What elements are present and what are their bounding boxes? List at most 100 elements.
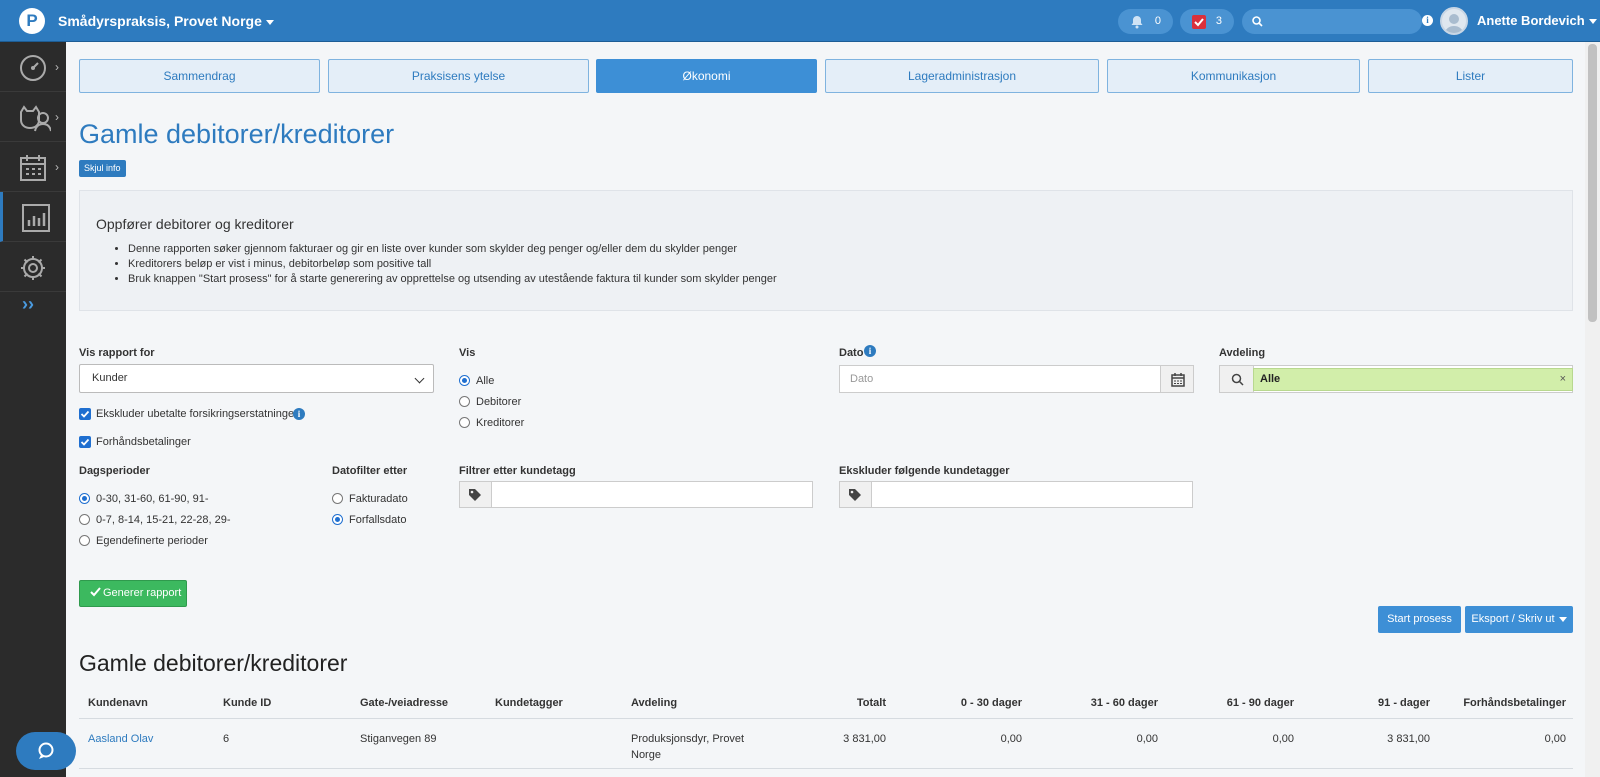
- tasks-button[interactable]: 3: [1180, 9, 1234, 34]
- date-filter-label: Datofilter etter: [332, 465, 408, 477]
- customer-id: 6: [223, 733, 230, 745]
- tab-lageradministrasjon[interactable]: Lageradministrasjon: [825, 59, 1099, 93]
- clinic-name: Smådyrspraksis, Provet Norge: [58, 13, 262, 29]
- column-header[interactable]: Totalt: [786, 697, 886, 709]
- chevron-down-icon: [265, 19, 274, 25]
- date-filter-option: Forfallsdato: [349, 514, 407, 526]
- exclude-tags-label: Ekskluder følgende kundetagger: [839, 465, 1010, 477]
- notifications-count: 0: [1154, 15, 1161, 27]
- tag-icon: [469, 489, 481, 501]
- top-bar: P Smådyrspraksis, Provet Norge 0 3 i Ane…: [0, 0, 1600, 42]
- chevron-right-icon: ›: [55, 160, 59, 174]
- global-search-input[interactable]: [1242, 9, 1422, 34]
- show-radio-creditors[interactable]: [459, 417, 470, 428]
- sidebar-item-calendar[interactable]: ›: [0, 142, 66, 192]
- date-filter-radio-invoice[interactable]: [332, 493, 343, 504]
- task-check-icon: [1192, 15, 1206, 29]
- day-periods-radio-standard[interactable]: [79, 493, 90, 504]
- exclude-tags-input[interactable]: [871, 481, 1193, 508]
- column-header[interactable]: Kundenavn: [88, 697, 148, 709]
- info-bullet: Kreditorers beløp er vist i minus, debit…: [128, 257, 777, 272]
- info-icon[interactable]: i: [864, 345, 876, 357]
- search-icon: [1252, 16, 1263, 27]
- column-header[interactable]: 91 - dager: [1330, 697, 1430, 709]
- column-header[interactable]: 61 - 90 dager: [1194, 697, 1294, 709]
- user-menu[interactable]: Anette Bordevich: [1477, 13, 1597, 28]
- info-bullet: Bruk knappen "Start prosess" for å start…: [128, 272, 777, 287]
- sidebar: › › › ››: [0, 42, 66, 777]
- show-option: Kreditorer: [476, 417, 525, 429]
- department-label: Avdeling: [1219, 347, 1266, 359]
- generate-report-button[interactable]: Generer rapport: [79, 580, 187, 607]
- checkmark-icon: [90, 587, 101, 597]
- show-radio-debtors[interactable]: [459, 396, 470, 407]
- day-periods-radio-weekly[interactable]: [79, 514, 90, 525]
- show-radio-all[interactable]: [459, 375, 470, 386]
- sidebar-item-dashboard[interactable]: ›: [0, 42, 66, 92]
- info-heading: Oppfører debitorer og kreditorer: [96, 216, 294, 232]
- total-amount: 3 831,00: [843, 733, 886, 745]
- notifications-button[interactable]: 0: [1118, 9, 1173, 34]
- generate-report-label: Generer rapport: [103, 587, 182, 599]
- tab-okonomi[interactable]: Økonomi: [596, 59, 817, 93]
- tag-addon: [459, 481, 492, 508]
- table-header-divider: [79, 718, 1573, 719]
- report-for-select[interactable]: Kunder: [79, 364, 434, 393]
- sidebar-item-reports[interactable]: [0, 192, 66, 242]
- checkmark-icon: [80, 410, 90, 418]
- start-process-button[interactable]: Start prosess: [1378, 606, 1461, 633]
- department-tag[interactable]: Alle ×: [1253, 368, 1573, 391]
- column-header[interactable]: Forhåndsbetalinger: [1446, 697, 1566, 709]
- page-scrollbar[interactable]: [1585, 42, 1600, 777]
- clinic-selector[interactable]: Smådyrspraksis, Provet Norge: [58, 13, 274, 29]
- column-header[interactable]: Gate-/veiadresse: [360, 697, 448, 709]
- sidebar-item-patients[interactable]: ›: [0, 92, 66, 142]
- column-header[interactable]: Kundetagger: [495, 697, 563, 709]
- column-header[interactable]: 31 - 60 dager: [1058, 697, 1158, 709]
- tag-addon: [839, 481, 872, 508]
- hide-info-button[interactable]: Skjul info: [79, 160, 126, 177]
- provet-logo[interactable]: P: [19, 8, 45, 34]
- table-title: Gamle debitorer/kreditorer: [79, 650, 348, 676]
- export-print-button[interactable]: Eksport / Skriv ut: [1465, 606, 1573, 633]
- scrollbar-thumb[interactable]: [1588, 44, 1597, 322]
- report-for-label: Vis rapport for: [79, 347, 155, 359]
- info-icon[interactable]: i: [1422, 15, 1433, 26]
- prepayments-checkbox[interactable]: [79, 436, 91, 448]
- customer-name-link[interactable]: Aasland Olav: [88, 731, 153, 747]
- day-periods-radio-custom[interactable]: [79, 535, 90, 546]
- amount-61-90: 0,00: [1272, 733, 1294, 745]
- tab-praksisens-ytelse[interactable]: Praksisens ytelse: [328, 59, 589, 93]
- tab-sammendrag[interactable]: Sammendrag: [79, 59, 320, 93]
- expand-sidebar-icon[interactable]: ››: [22, 294, 34, 315]
- chat-button[interactable]: [16, 732, 76, 770]
- tasks-count: 3: [1215, 15, 1222, 27]
- calendar-button[interactable]: [1160, 365, 1194, 393]
- sidebar-item-settings[interactable]: [0, 242, 66, 292]
- exclude-insurance-checkbox[interactable]: [79, 408, 91, 420]
- info-box: Oppfører debitorer og kreditorer Denne r…: [79, 190, 1573, 311]
- date-input[interactable]: Dato: [839, 365, 1161, 393]
- table-row-divider: [79, 768, 1573, 769]
- chevron-down-icon: [1558, 616, 1567, 622]
- clear-icon[interactable]: ×: [1560, 369, 1566, 390]
- gear-icon: [21, 256, 45, 280]
- date-filter-radio-due[interactable]: [332, 514, 343, 525]
- column-header[interactable]: Kunde ID: [223, 697, 271, 709]
- tab-kommunikasjon[interactable]: Kommunikasjon: [1107, 59, 1360, 93]
- filter-tags-label: Filtrer etter kundetagg: [459, 465, 576, 477]
- tab-lister[interactable]: Lister: [1368, 59, 1573, 93]
- avatar[interactable]: [1440, 7, 1468, 35]
- calendar-icon: [20, 155, 46, 181]
- department-line: Produksjonsdyr, Provet: [631, 733, 745, 745]
- show-option: Alle: [476, 375, 495, 387]
- chat-icon: [38, 742, 54, 759]
- column-header[interactable]: Avdeling: [631, 697, 677, 709]
- info-icon[interactable]: i: [293, 408, 305, 420]
- amount-31-60: 0,00: [1136, 733, 1158, 745]
- filter-tags-input[interactable]: [491, 481, 813, 508]
- department-search-addon: [1219, 365, 1254, 393]
- bell-icon: [1131, 16, 1143, 29]
- date-filter-option: Fakturadato: [349, 493, 408, 505]
- column-header[interactable]: 0 - 30 dager: [922, 697, 1022, 709]
